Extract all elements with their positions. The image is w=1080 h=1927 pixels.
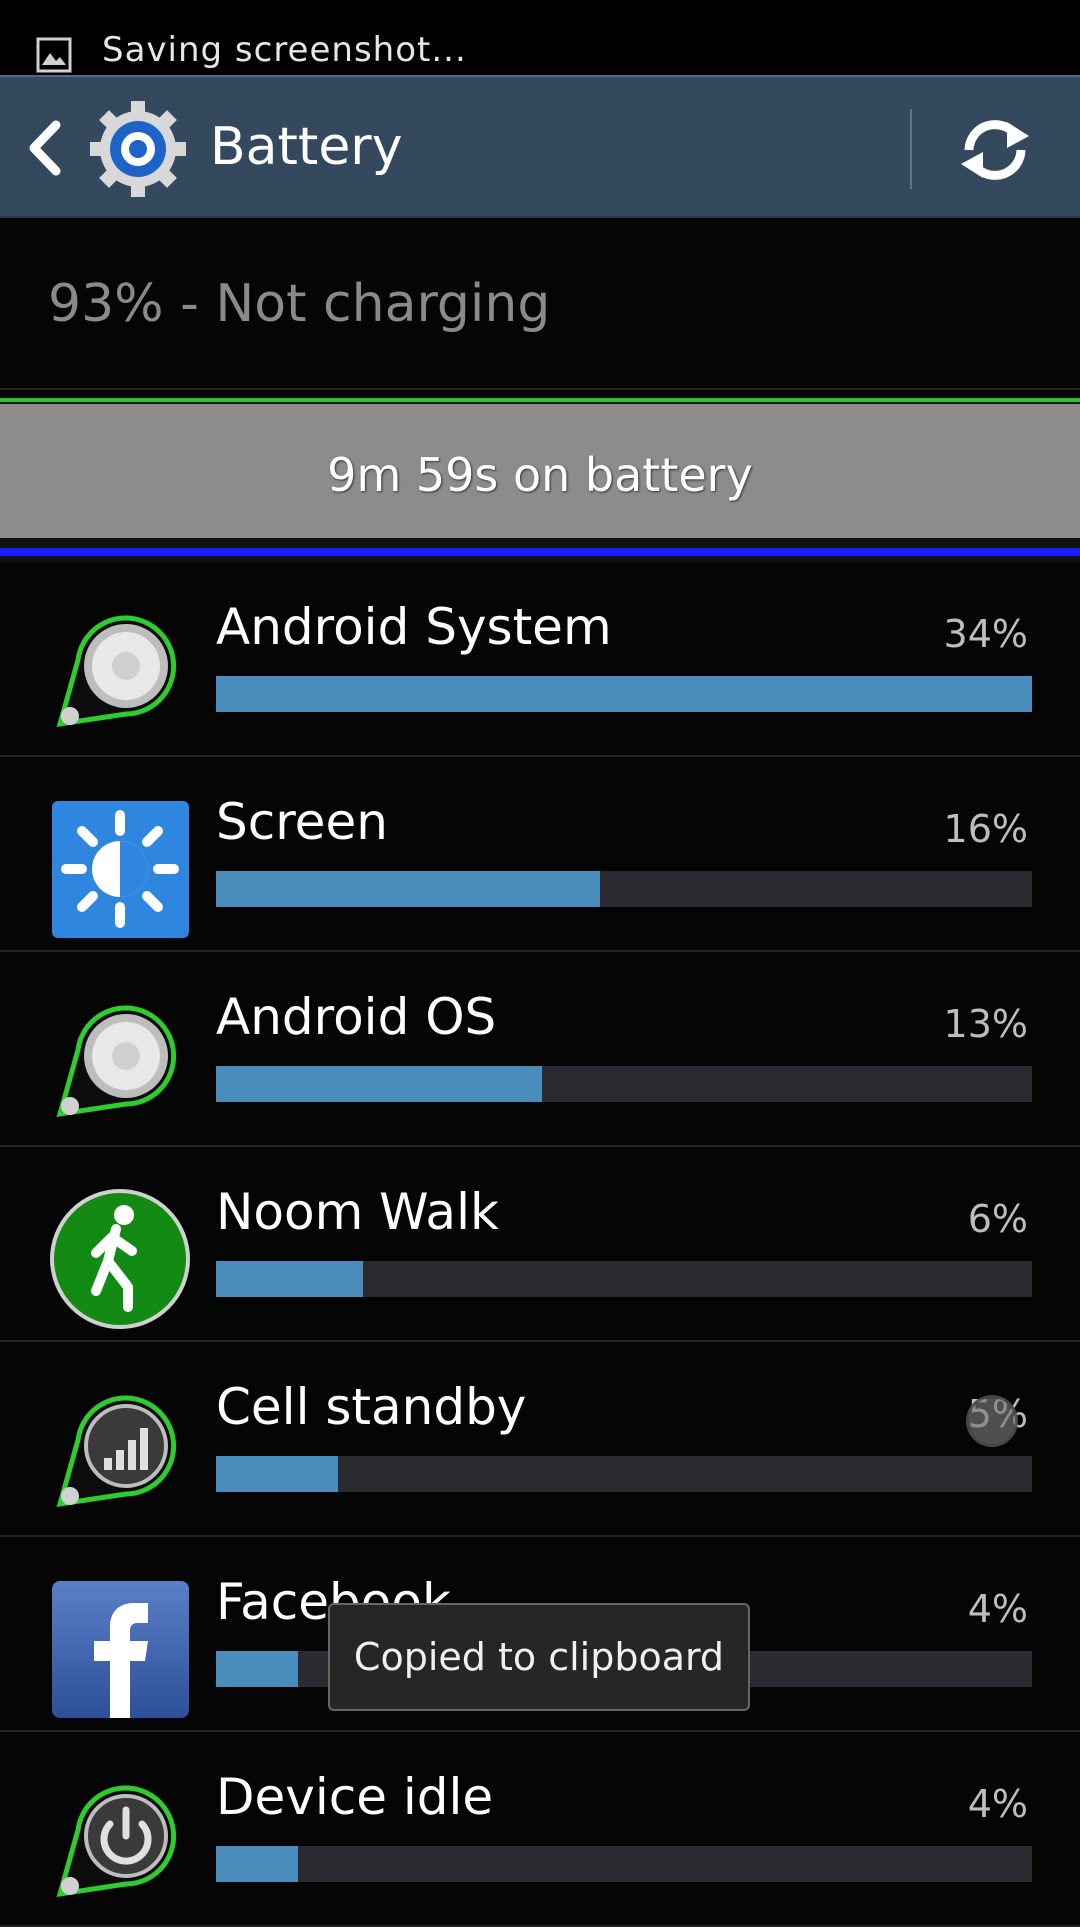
- usage-bar-track: [216, 871, 1032, 907]
- toast-text: Copied to clipboard: [353, 1635, 725, 1679]
- item-percent: 13%: [943, 1002, 1028, 1046]
- battery-time-label: 9m 59s on battery: [327, 448, 753, 502]
- refresh-icon[interactable]: [955, 114, 1035, 186]
- item-label: Device idle: [216, 1768, 494, 1826]
- walking-man-icon: [50, 1189, 190, 1329]
- usage-bar-fill: [216, 1456, 339, 1492]
- usage-bar-track: [216, 1066, 1032, 1102]
- item-percent: 16%: [943, 807, 1028, 851]
- touch-indicator: [966, 1395, 1018, 1447]
- battery-history-graph[interactable]: 9m 59s on battery: [0, 398, 1080, 562]
- item-label: Noom Walk: [216, 1183, 499, 1241]
- usage-bar-track: [216, 1456, 1032, 1492]
- battery-status-text: 93% - Not charging: [48, 274, 551, 334]
- item-percent: 34%: [943, 612, 1028, 656]
- graph-blue-line: [0, 548, 1080, 556]
- brightness-icon: [52, 801, 189, 938]
- usage-bar-track: [216, 1261, 1032, 1297]
- list-item-cell-standby[interactable]: Cell standby 5%: [0, 1342, 1080, 1537]
- settings-gear-icon: [90, 101, 186, 197]
- action-bar: Battery: [0, 75, 1080, 218]
- signal-bars-icon: [56, 1395, 177, 1508]
- list-item-android-system[interactable]: Android System 34%: [0, 562, 1080, 757]
- item-label: Cell standby: [216, 1378, 527, 1436]
- usage-bar-fill: [216, 1651, 298, 1687]
- usage-bar-fill: [216, 871, 600, 907]
- usage-bar-fill: [216, 1846, 298, 1882]
- usage-bar-fill: [216, 1261, 363, 1297]
- power-icon: [56, 1785, 177, 1898]
- battery-usage-list: Android System 34% Screen 16% Android OS…: [0, 562, 1080, 1927]
- battery-status-header: 93% - Not charging: [0, 218, 1080, 390]
- list-item-screen[interactable]: Screen 16%: [0, 757, 1080, 952]
- list-item-noom-walk[interactable]: Noom Walk 6%: [0, 1147, 1080, 1342]
- usage-bar-track: [216, 676, 1032, 712]
- item-percent: 4%: [967, 1782, 1028, 1826]
- toast-message: Copied to clipboard: [328, 1603, 750, 1711]
- item-percent: 4%: [967, 1587, 1028, 1631]
- item-label: Screen: [216, 793, 388, 851]
- list-item-android-os[interactable]: Android OS 13%: [0, 952, 1080, 1147]
- list-item-device-idle[interactable]: Device idle 4%: [0, 1732, 1080, 1927]
- usage-bar-track: [216, 1846, 1032, 1882]
- page-title: Battery: [210, 117, 403, 177]
- item-label: Android System: [216, 598, 612, 656]
- item-percent: 6%: [967, 1197, 1028, 1241]
- notification-text: Saving screenshot...: [102, 30, 467, 70]
- action-divider: [910, 109, 912, 189]
- back-arrow-icon[interactable]: [26, 119, 64, 177]
- status-bar: Saving screenshot...: [0, 0, 1080, 75]
- android-system-icon: [56, 615, 177, 728]
- facebook-icon: [52, 1581, 189, 1718]
- usage-bar-fill: [216, 676, 1032, 712]
- android-os-icon: [56, 1005, 177, 1118]
- graph-green-line: [0, 398, 1080, 402]
- usage-bar-fill: [216, 1066, 543, 1102]
- image-icon: [36, 37, 72, 73]
- item-label: Android OS: [216, 988, 497, 1046]
